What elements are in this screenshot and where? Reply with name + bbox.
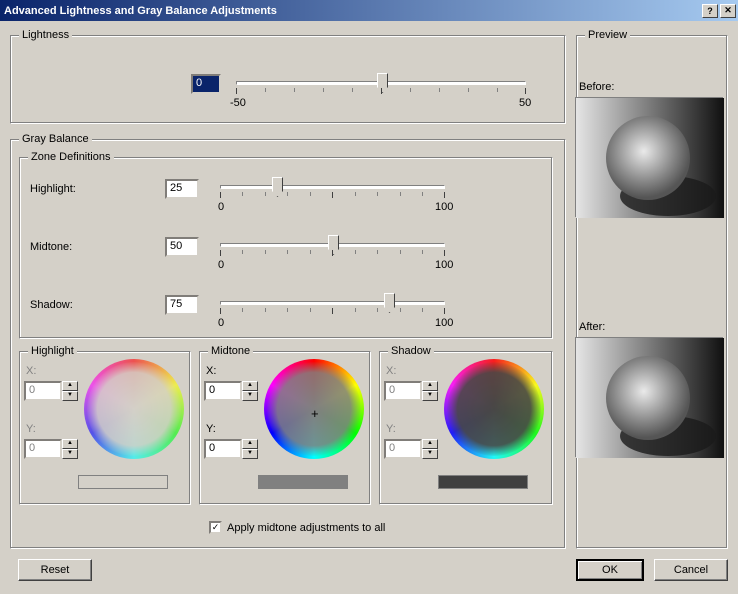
close-icon: ✕ (724, 5, 732, 16)
midtone-y-spinner[interactable]: 0 ▲▼ (204, 439, 258, 459)
after-label: After: (579, 321, 605, 333)
lightness-legend: Lightness (19, 29, 72, 41)
gray-balance-group: Gray Balance Zone Definitions Highlight:… (10, 133, 566, 549)
midtone-input[interactable]: 50 (165, 237, 199, 257)
help-icon: ? (707, 6, 713, 16)
zone-max: 100 (435, 201, 453, 213)
shadow-panel-legend: Shadow (388, 345, 434, 357)
before-preview (575, 97, 723, 217)
highlight-panel-legend: Highlight (28, 345, 77, 357)
cancel-button[interactable]: Cancel (654, 559, 728, 581)
ok-button[interactable]: OK (576, 559, 644, 581)
highlight-slider[interactable] (220, 185, 445, 189)
highlight-y-spinner: 0 ▲▼ (24, 439, 78, 459)
lightness-max: 50 (519, 97, 531, 109)
shadow-slider[interactable] (220, 301, 445, 305)
spin-down-icon: ▼ (62, 391, 78, 401)
before-label: Before: (579, 81, 614, 93)
midtone-label: Midtone: (30, 241, 72, 253)
midtone-color-wheel[interactable]: + (264, 359, 364, 459)
y-label: Y: (26, 423, 36, 435)
highlight-x-spinner: 0 ▲▼ (24, 381, 78, 401)
highlight-input[interactable]: 25 (165, 179, 199, 199)
midtone-x-spinner[interactable]: 0 ▲▼ (204, 381, 258, 401)
highlight-color-wheel (84, 359, 184, 459)
spin-down-icon[interactable]: ▼ (242, 391, 258, 401)
lightness-slider[interactable] (236, 81, 526, 85)
midtone-panel: Midtone X: 0 ▲▼ Y: 0 ▲▼ + (199, 345, 371, 505)
crosshair-icon[interactable]: + (311, 406, 319, 421)
shadow-color-wheel (444, 359, 544, 459)
x-label: X: (26, 365, 36, 377)
shadow-panel: Shadow X: 0 ▲▼ Y: 0 ▲▼ (379, 345, 553, 505)
midtone-panel-legend: Midtone (208, 345, 253, 357)
lightness-group: Lightness 0 -50 50 (10, 29, 566, 124)
shadow-y-spinner: 0 ▲▼ (384, 439, 438, 459)
midtone-slider[interactable] (220, 243, 445, 247)
lightness-input[interactable]: 0 (191, 74, 221, 94)
reset-button[interactable]: Reset (18, 559, 92, 581)
highlight-panel: Highlight X: 0 ▲▼ Y: 0 ▲▼ (19, 345, 191, 505)
shadow-input[interactable]: 75 (165, 295, 199, 315)
lightness-min: -50 (230, 97, 246, 109)
checkbox-icon[interactable]: ✓ (209, 521, 222, 534)
apply-midtone-checkbox[interactable]: ✓ Apply midtone adjustments to all (209, 521, 385, 534)
preview-group: Preview Before: After: (576, 29, 728, 549)
spin-up-icon: ▲ (62, 381, 78, 391)
shadow-label: Shadow: (30, 299, 73, 311)
zone-defs-legend: Zone Definitions (28, 151, 114, 163)
shadow-x-spinner: 0 ▲▼ (384, 381, 438, 401)
apply-midtone-label: Apply midtone adjustments to all (227, 522, 385, 534)
highlight-swatch (78, 475, 168, 489)
dialog-title: Advanced Lightness and Gray Balance Adju… (4, 5, 700, 17)
zone-definitions-group: Zone Definitions Highlight: 25 0 100 Mid… (19, 151, 553, 339)
close-button[interactable]: ✕ (720, 4, 736, 18)
help-button[interactable]: ? (702, 4, 718, 18)
highlight-label: Highlight: (30, 183, 76, 195)
titlebar: Advanced Lightness and Gray Balance Adju… (0, 0, 738, 21)
zone-min: 0 (218, 201, 224, 213)
midtone-swatch (258, 475, 348, 489)
after-preview (575, 337, 723, 457)
gray-balance-legend: Gray Balance (19, 133, 92, 145)
shadow-swatch (438, 475, 528, 489)
spin-up-icon[interactable]: ▲ (242, 381, 258, 391)
preview-legend: Preview (585, 29, 630, 41)
